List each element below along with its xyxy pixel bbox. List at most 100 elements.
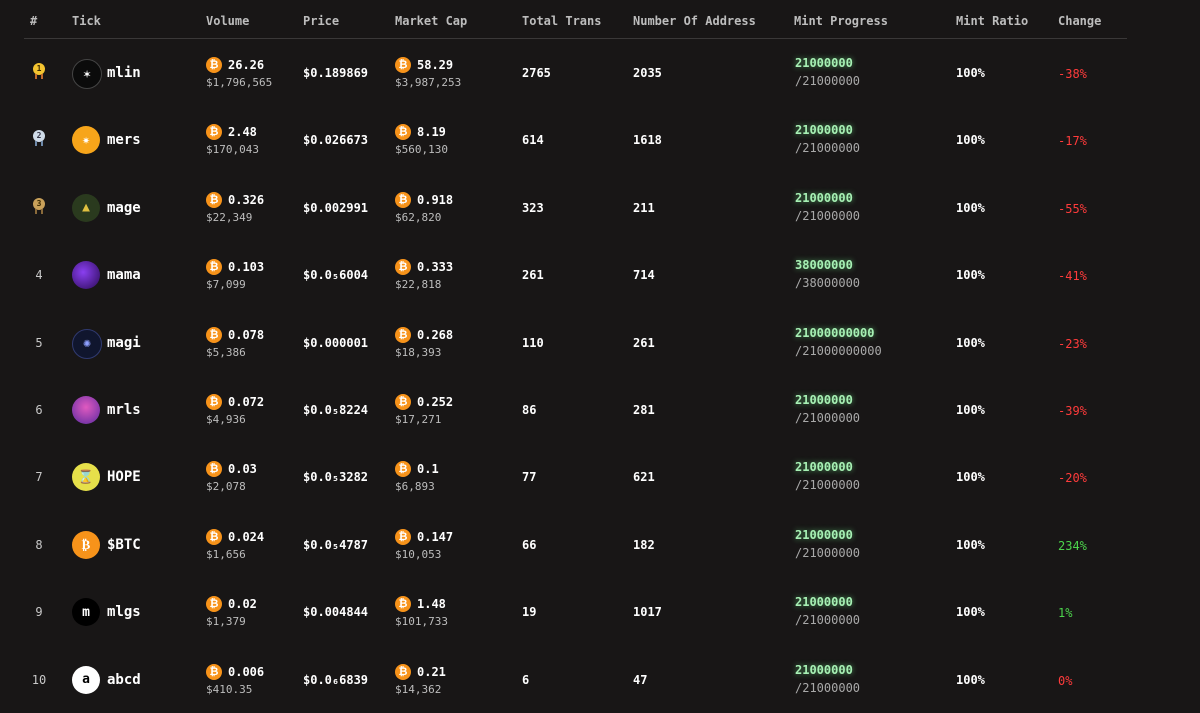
change-value: 1% — [1058, 606, 1073, 621]
mint-progress-total: /21000000000 — [795, 343, 882, 358]
market-cap-usd: $17,271 — [395, 412, 442, 426]
tick-name[interactable]: mlin — [107, 65, 141, 81]
table-row[interactable]: 6 mrls ₿ 0.072 $4,936 $0.0₅8224 ₿ 0.252 $1… — [24, 376, 1127, 443]
tick-name[interactable]: abcd — [107, 672, 141, 688]
bitcoin-icon: ₿ — [395, 259, 411, 276]
mint-ratio-value: 100% — [956, 268, 985, 283]
mint-progress-minted: 21000000 — [795, 595, 853, 610]
mint-progress-total: /21000000 — [795, 410, 861, 425]
price-value: $0.0₅4787 — [303, 537, 369, 552]
volume-usd: $7,099 — [206, 278, 246, 292]
address-count: 621 — [633, 470, 655, 485]
market-cap-btc: 0.268 — [417, 327, 454, 342]
header-tick[interactable]: Tick — [72, 14, 101, 28]
mage-wizard-icon: ▲ — [72, 193, 100, 222]
tick-name[interactable]: mlgs — [107, 604, 141, 620]
table-row[interactable]: 2 ✷ mers ₿ 2.48 $170,043 $0.026673 ₿ 8.19 … — [24, 106, 1127, 173]
market-cap-btc: 1.48 — [417, 597, 446, 612]
mint-progress-cell: 21000000 /21000000 — [795, 123, 860, 155]
rank-number: 9 — [35, 605, 43, 620]
volume-usd: $170,043 — [206, 143, 259, 157]
volume-btc: 26.26 — [228, 58, 265, 72]
volume-btc: 0.103 — [228, 260, 265, 275]
rank-number: 8 — [35, 537, 43, 552]
bitcoin-icon: ₿ — [395, 393, 411, 410]
tick-name[interactable]: magi — [107, 335, 141, 351]
market-cap-usd: $18,393 — [395, 345, 442, 359]
mint-ratio-value: 100% — [956, 605, 985, 620]
table-row[interactable]: 9 m mlgs ₿ 0.02 $1,379 $0.004844 ₿ 1.48 $1… — [24, 578, 1127, 645]
mint-progress-minted: 38000000 — [795, 258, 853, 273]
token-table: # Tick Volume Price Market Cap Total Tra… — [24, 0, 1127, 713]
market-cap-usd: $560,130 — [395, 143, 448, 157]
table-row[interactable]: 7 ⌛ HOPE ₿ 0.03 $2,078 $0.0₅3282 ₿ 0.1 $6,… — [24, 443, 1127, 510]
table-row[interactable]: 10 a abcd ₿ 0.006 $410.35 $0.0₆6839 ₿ 0.21… — [24, 646, 1127, 713]
table-body: 1 ✶ mlin ₿ 26.26 $1,796,565 $0.189869 ₿ 58… — [24, 39, 1127, 713]
table-row[interactable]: 3 ▲ mage ₿ 0.326 $22,349 $0.002991 ₿ 0.918… — [24, 174, 1127, 241]
price-value: $0.0₅6004 — [303, 268, 369, 283]
market-cap-cell: ₿ 0.1 $6,893 — [395, 460, 439, 493]
table-row[interactable]: 4 mama ₿ 0.103 $7,099 $0.0₅6004 ₿ 0.333 $2… — [24, 241, 1127, 308]
address-count: 211 — [633, 200, 655, 215]
bitcoin-icon: ₿ — [206, 663, 222, 680]
table-row[interactable]: 5 ✺ magi ₿ 0.078 $5,386 $0.000001 ₿ 0.268 … — [24, 309, 1127, 376]
market-cap-usd: $22,818 — [395, 278, 442, 292]
address-count: 182 — [633, 537, 655, 552]
volume-usd: $1,796,565 — [206, 76, 273, 89]
market-cap-usd: $3,987,253 — [395, 76, 462, 89]
bitcoin-icon: ₿ — [395, 528, 411, 545]
tick-name[interactable]: mama — [107, 267, 141, 283]
market-cap-cell: ₿ 1.48 $101,733 — [395, 595, 448, 628]
bitcoin-icon: ₿ — [206, 528, 222, 545]
bitcoin-icon: ₿ — [72, 530, 100, 559]
market-cap-cell: ₿ 8.19 $560,130 — [395, 123, 448, 156]
address-count: 47 — [633, 672, 648, 687]
volume-btc: 0.326 — [228, 192, 265, 207]
market-cap-usd: $10,053 — [395, 547, 442, 561]
header-price[interactable]: Price — [303, 14, 339, 28]
rank-number: 10 — [31, 672, 47, 687]
header-total-trans[interactable]: Total Trans — [522, 14, 601, 28]
table-row[interactable]: 8 ₿ $BTC ₿ 0.024 $1,656 $0.0₅4787 ₿ 0.147 … — [24, 511, 1127, 578]
mint-progress-minted: 21000000 — [795, 460, 853, 475]
total-trans-value: 323 — [522, 200, 544, 215]
volume-cell: ₿ 0.078 $5,386 — [206, 326, 264, 359]
rank-number: 6 — [35, 402, 43, 417]
mint-ratio-value: 100% — [956, 66, 985, 80]
header-mint-progress[interactable]: Mint Progress — [794, 14, 888, 28]
mrls-character-icon — [72, 395, 100, 424]
silver-medal-icon: 2 — [33, 130, 45, 147]
total-trans-value: 6 — [522, 672, 530, 687]
rank-number: 7 — [35, 470, 43, 485]
address-count: 261 — [633, 335, 655, 350]
change-value: -17% — [1058, 134, 1087, 149]
mint-progress-total: /21000000 — [795, 141, 861, 156]
tick-name[interactable]: $BTC — [107, 537, 141, 553]
market-cap-btc: 0.333 — [417, 260, 454, 275]
volume-cell: ₿ 0.072 $4,936 — [206, 393, 264, 426]
mint-progress-minted: 21000000 — [795, 392, 853, 407]
tick-name[interactable]: mers — [107, 132, 141, 148]
header-market-cap[interactable]: Market Cap — [395, 14, 467, 28]
volume-cell: ₿ 0.03 $2,078 — [206, 460, 257, 493]
header-addresses[interactable]: Number Of Address — [633, 14, 756, 28]
mint-progress-cell: 21000000 /21000000 — [795, 460, 860, 492]
tick-name[interactable]: mrls — [107, 402, 141, 418]
header-change[interactable]: Change — [1058, 14, 1101, 28]
bitcoin-icon: ₿ — [395, 663, 411, 680]
header-volume[interactable]: Volume — [206, 14, 249, 28]
address-count: 2035 — [633, 66, 662, 80]
mint-progress-cell: 21000000 /21000000 — [795, 528, 860, 560]
price-value: $0.0₆6839 — [303, 672, 369, 687]
header-rank[interactable]: # — [30, 14, 37, 28]
header-mint-ratio[interactable]: Mint Ratio — [956, 14, 1028, 28]
bitcoin-icon: ₿ — [206, 124, 222, 141]
tick-name[interactable]: mage — [107, 200, 141, 216]
table-row[interactable]: 1 ✶ mlin ₿ 26.26 $1,796,565 $0.189869 ₿ 58… — [24, 39, 1127, 106]
bitcoin-icon: ₿ — [395, 461, 411, 478]
gold-medal-icon: 1 — [33, 63, 45, 79]
mint-progress-cell: 38000000 /38000000 — [795, 258, 860, 290]
tick-name[interactable]: HOPE — [107, 469, 141, 485]
letter-m-icon: m — [72, 598, 100, 627]
volume-usd: $4,936 — [206, 412, 246, 426]
